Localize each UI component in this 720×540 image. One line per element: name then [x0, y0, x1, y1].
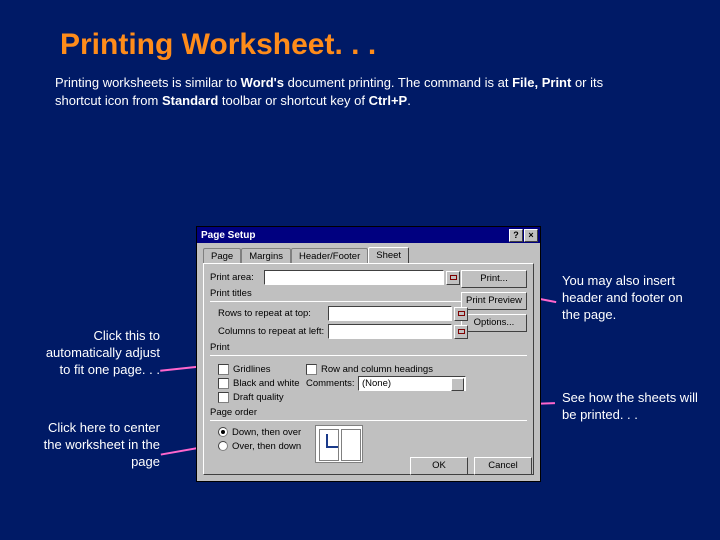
print-button[interactable]: Print... [461, 270, 527, 288]
print-preview-button[interactable]: Print Preview [461, 292, 527, 310]
page-setup-dialog: Page Setup ? × Page Margins Header/Foote… [196, 226, 541, 482]
callout-fit: Click this to automatically adjust to fi… [40, 328, 160, 379]
rch-checkbox[interactable] [306, 364, 317, 375]
over-label: Over, then down [232, 441, 301, 452]
text: Printing worksheets is similar to [55, 75, 241, 90]
draft-label: Draft quality [233, 392, 284, 403]
slide-body-text: Printing worksheets is similar to Word's… [0, 62, 650, 109]
sheet-panel: Print... Print Preview Options... Print … [203, 263, 534, 475]
bw-checkbox[interactable] [218, 378, 229, 389]
tab-sheet[interactable]: Sheet [368, 247, 409, 263]
rows-top-input[interactable] [328, 306, 452, 321]
page-order-diagram [315, 425, 363, 463]
text-bold: Word's [241, 75, 284, 90]
tab-header-footer[interactable]: Header/Footer [291, 248, 368, 264]
cancel-button[interactable]: Cancel [474, 457, 532, 475]
options-button[interactable]: Options... [461, 314, 527, 332]
text-bold: File, Print [512, 75, 571, 90]
ok-button[interactable]: OK [410, 457, 468, 475]
print-area-label: Print area: [210, 272, 264, 283]
range-picker-icon[interactable] [454, 307, 468, 321]
tab-page[interactable]: Page [203, 248, 241, 264]
print-area-input[interactable] [264, 270, 444, 285]
gridlines-label: Gridlines [233, 364, 271, 375]
down-then-over-radio[interactable] [218, 427, 228, 437]
text: . [407, 93, 411, 108]
text-bold: Ctrl+P [369, 93, 408, 108]
callout-center: Click here to center the worksheet in th… [40, 420, 160, 471]
rows-top-label: Rows to repeat at top: [218, 308, 328, 319]
comments-select[interactable]: (None) [358, 376, 466, 391]
gridlines-checkbox[interactable] [218, 364, 229, 375]
range-picker-icon[interactable] [454, 325, 468, 339]
callout-preview: See how the sheets will be printed. . . [562, 390, 702, 424]
cols-left-input[interactable] [328, 324, 452, 339]
page-order-label: Page order [210, 407, 527, 418]
help-button[interactable]: ? [509, 229, 523, 242]
rch-label: Row and column headings [321, 364, 433, 375]
text: document printing. The command is at [284, 75, 512, 90]
dialog-title: Page Setup [201, 230, 255, 241]
comments-label: Comments: [306, 378, 358, 389]
dialog-titlebar[interactable]: Page Setup ? × [197, 227, 540, 243]
callout-header: You may also insert header and footer on… [562, 273, 702, 324]
print-group-label: Print [210, 342, 527, 353]
cols-left-label: Columns to repeat at left: [218, 326, 328, 337]
range-picker-icon[interactable] [446, 271, 460, 285]
bw-label: Black and white [233, 378, 300, 389]
draft-checkbox[interactable] [218, 392, 229, 403]
slide-title: Printing Worksheet. . . [0, 0, 720, 62]
text-bold: Standard [162, 93, 218, 108]
over-then-down-radio[interactable] [218, 441, 228, 451]
text: toolbar or shortcut key of [218, 93, 368, 108]
close-button[interactable]: × [524, 229, 538, 242]
tab-margins[interactable]: Margins [241, 248, 291, 264]
down-label: Down, then over [232, 427, 301, 438]
dialog-tabs: Page Margins Header/Footer Sheet [197, 243, 540, 263]
